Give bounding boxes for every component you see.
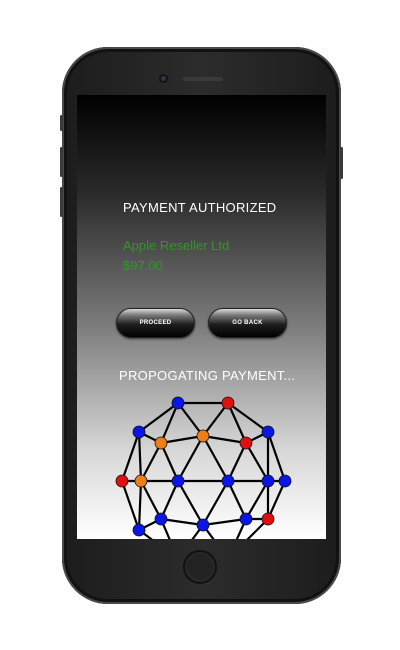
payment-network-graph	[115, 396, 292, 539]
network-node-blue	[171, 396, 185, 410]
power-button	[340, 147, 343, 179]
network-edge	[177, 480, 204, 526]
network-node-orange	[154, 436, 168, 450]
network-node-blue	[278, 474, 292, 488]
home-button[interactable]	[183, 550, 217, 584]
network-node-blue	[154, 512, 168, 526]
network-nodes	[115, 396, 292, 537]
earpiece-speaker	[183, 77, 223, 81]
network-node-blue	[132, 425, 146, 439]
network-node-red	[221, 396, 235, 410]
network-edge	[202, 517, 247, 527]
phone-frame: PAYMENT AUTHORIZED Apple Reseller Ltd $9…	[60, 47, 343, 604]
network-node-blue	[196, 518, 210, 532]
network-edge	[137, 431, 143, 482]
network-edges	[120, 401, 287, 539]
network-edge	[245, 480, 269, 520]
network-edge	[120, 480, 141, 531]
network-edge	[245, 442, 269, 482]
network-edge	[202, 480, 229, 526]
network-edge	[202, 435, 229, 482]
network-node-blue	[221, 474, 235, 488]
volume-down-button	[60, 187, 63, 217]
network-node-orange	[134, 474, 148, 488]
network-node-red	[239, 436, 253, 450]
network-node-blue	[132, 523, 146, 537]
network-edge	[140, 442, 162, 482]
network-edge	[266, 431, 287, 482]
front-camera	[159, 74, 168, 83]
network-node-orange	[196, 429, 210, 443]
network-node-blue	[261, 474, 275, 488]
phone-screen: PAYMENT AUTHORIZED Apple Reseller Ltd $9…	[77, 95, 326, 539]
volume-up-button	[60, 147, 63, 177]
network-edge	[140, 480, 162, 520]
network-node-blue	[261, 425, 275, 439]
network-node-red	[261, 512, 275, 526]
network-node-blue	[171, 474, 185, 488]
mute-switch	[60, 115, 63, 131]
network-edge	[120, 431, 141, 482]
network-edge	[177, 435, 204, 482]
network-node-red	[115, 474, 129, 488]
network-edge	[202, 434, 247, 445]
network-edge	[137, 480, 143, 531]
network-node-blue	[239, 512, 253, 526]
